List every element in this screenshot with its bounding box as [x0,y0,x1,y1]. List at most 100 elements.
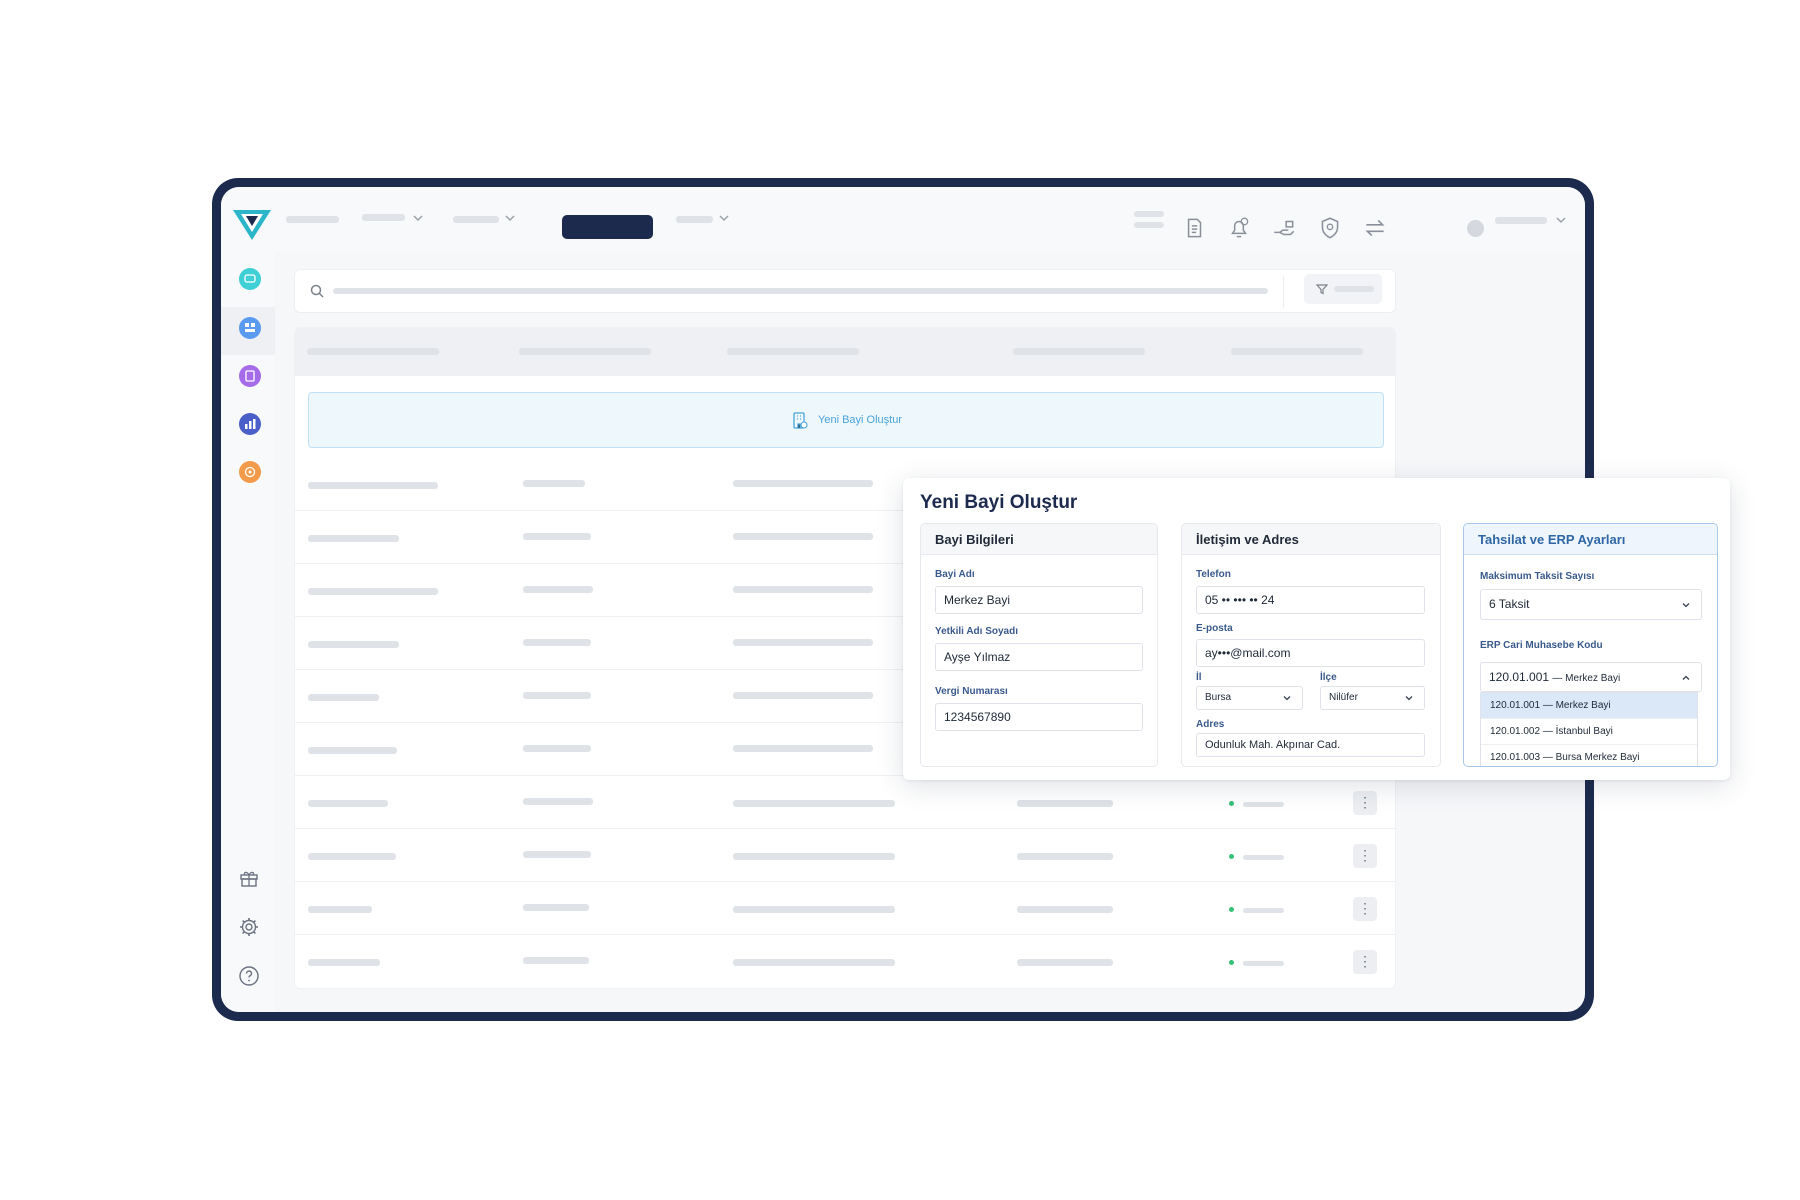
top-bar [221,187,1585,251]
tax-number-label: Vergi Numarası [935,686,1008,697]
row-menu-button[interactable]: ⋮ [1353,897,1377,921]
table-row[interactable]: ⋮ [295,776,1395,829]
create-dealer-panel: Yeni Bayi Oluştur Bayi Bilgileri Bayi Ad… [903,478,1730,780]
phone-field[interactable]: 05 •• ••• •• 24 [1196,586,1425,614]
building-icon [793,412,808,429]
contact-person-label: Yetkili Adı Soyadı [935,626,1018,637]
cell [308,482,438,489]
filter-label-placeholder [1334,286,1374,292]
panel-title: Yeni Bayi Oluştur [920,492,1078,513]
create-dealer-button[interactable]: Yeni Bayi Oluştur [308,392,1384,448]
district-select[interactable]: Nilüfer [1320,686,1425,710]
help-icon[interactable] [237,964,261,988]
status-label [1243,802,1284,807]
dealer-info-card: Bayi Bilgileri Bayi Adı Merkez Bayi Yetk… [920,523,1158,767]
row-menu-button[interactable]: ⋮ [1353,844,1377,868]
address-field[interactable]: Odunluk Mah. Akpınar Cad. [1196,733,1425,757]
tax-number-field[interactable]: 1234567890 [935,703,1143,731]
dealer-name-label: Bayi Adı [935,569,975,580]
sidebar-item-target-icon[interactable] [239,461,261,483]
address-label: Adres [1196,719,1225,730]
nav-item[interactable] [453,216,499,223]
swap-icon[interactable] [1362,215,1388,241]
payment-hand-icon[interactable] [1271,215,1297,241]
row-menu-button[interactable]: ⋮ [1353,791,1377,815]
cell [733,959,895,966]
chevron-down-icon [719,215,729,222]
row-menu-button[interactable]: ⋮ [1353,950,1377,974]
status-dot [1229,854,1234,859]
status-label [1243,855,1284,860]
column-header [727,348,859,355]
cell [1017,853,1113,860]
cell [308,853,396,860]
dropdown-option[interactable]: 120.01.001 — Merkez Bayi [1481,693,1697,719]
cell [733,745,873,752]
erp-code-dropdown: 120.01.001 — Merkez Bayi 120.01.002 — İs… [1480,692,1698,766]
installment-label: Maksimum Taksit Sayısı [1480,571,1595,582]
nav-item[interactable] [362,214,405,221]
table-header [295,328,1395,376]
cell [523,798,593,805]
column-header [1013,348,1145,355]
gear-icon[interactable] [237,915,261,939]
city-label: İl [1196,672,1202,683]
chevron-down-icon [505,215,515,222]
shield-icon[interactable] [1317,215,1343,241]
contact-person-field[interactable]: Ayşe Yılmaz [935,643,1143,671]
nav-item-active[interactable] [562,215,653,239]
sidebar-item-dashboard-icon[interactable] [239,317,261,339]
sidebar-item-chat-icon[interactable] [239,268,261,290]
top-placeholder [1134,211,1164,217]
cell [308,800,388,807]
status-dot [1229,801,1234,806]
column-header [307,348,439,355]
top-placeholder [1134,222,1164,228]
city-select[interactable]: Bursa [1196,686,1303,710]
column-header [519,348,651,355]
installment-value: 6 Taksit [1489,597,1530,611]
table-row[interactable]: ⋮ [295,882,1395,935]
collection-erp-card: Tahsilat ve ERP Ayarları Maksimum Taksit… [1463,523,1718,767]
erp-code-value: 120.01.001 [1489,670,1550,684]
user-name-placeholder[interactable] [1495,217,1547,224]
sidebar-item-analytics-icon[interactable] [239,413,261,435]
cell [733,692,873,699]
dealer-name-field[interactable]: Merkez Bayi [935,586,1143,614]
email-label: E-posta [1196,623,1233,634]
nav-item[interactable] [676,216,713,223]
installment-select[interactable]: 6 Taksit [1480,589,1702,620]
email-field[interactable]: ay•••@mail.com [1196,639,1425,667]
gift-icon[interactable] [237,866,261,890]
sidebar-item-reports-icon[interactable] [239,365,261,387]
cell [733,480,873,487]
status-label [1243,908,1284,913]
document-icon[interactable] [1181,215,1207,241]
avatar[interactable] [1467,220,1484,237]
table-row[interactable]: ⋮ [295,829,1395,882]
cell [733,906,895,913]
dropdown-option[interactable]: 120.01.003 — Bursa Merkez Bayi [1481,745,1697,766]
search-icon [310,284,324,298]
search-input[interactable] [294,269,1396,313]
card-title: Bayi Bilgileri [921,524,1157,555]
filter-icon [1316,284,1328,295]
chevron-down-icon [1283,696,1291,701]
table-row[interactable]: ⋮ [295,935,1395,988]
search-placeholder [333,288,1268,294]
nav-item[interactable] [286,216,339,223]
divider [1283,276,1284,308]
cell [523,692,591,699]
district-label: İlçe [1320,672,1337,683]
dropdown-option[interactable]: 120.01.002 — İstanbul Bayi [1481,719,1697,745]
cell [308,535,399,542]
cell [1017,906,1113,913]
chevron-down-icon [413,215,423,222]
cell [523,480,585,487]
erp-code-name: — Merkez Bayi [1552,673,1621,684]
chevron-up-icon [1682,675,1690,680]
bell-icon[interactable] [1226,215,1252,241]
cell [523,957,589,964]
erp-code-select[interactable]: 120.01.001 — Merkez Bayi [1480,662,1702,692]
filter-button[interactable] [1304,274,1382,304]
